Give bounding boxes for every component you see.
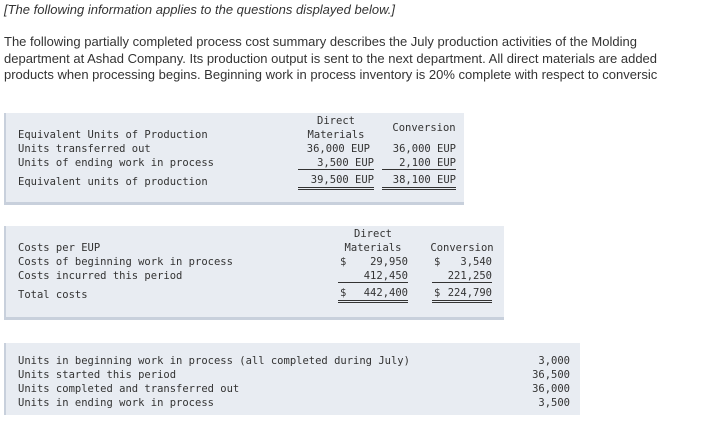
- cost-row-dm: 412,450: [338, 270, 408, 283]
- eup-row-conv: 36,000 EUP: [392, 143, 456, 155]
- units-table: Units in beginning work in process (all …: [4, 343, 580, 415]
- panel-edge: [4, 226, 6, 320]
- units-row-label: Units in ending work in process: [18, 397, 214, 409]
- intro-line-2: department at Ashad Company. Its product…: [4, 50, 658, 66]
- cost-row-conv-sign: $: [434, 256, 441, 268]
- intro-line-1: The following partially completed proces…: [4, 34, 637, 49]
- cost-title: Costs per EUP: [18, 242, 101, 254]
- instruction-note: [The following information applies to th…: [4, 2, 395, 17]
- units-row-value: 3,000: [538, 355, 570, 367]
- cost-total-dm: 442,400: [338, 287, 408, 303]
- units-row-value: 36,000: [532, 383, 570, 395]
- eup-row-label: Units transferred out: [18, 143, 151, 155]
- units-row-value: 3,500: [538, 397, 570, 409]
- cost-row-conv: 3,540: [460, 256, 492, 268]
- units-row-label: Units started this period: [18, 369, 177, 381]
- cost-row-dm: 29,950: [370, 256, 408, 268]
- panel-edge: [4, 113, 6, 205]
- eup-col-dm-line2: Materials: [307, 129, 365, 141]
- eup-row-label: Units of ending work in process: [18, 157, 214, 169]
- cost-total-label: Total costs: [18, 289, 88, 301]
- cost-total-conv: 224,790: [432, 287, 492, 303]
- cost-row-label: Costs of beginning work in process: [18, 256, 233, 268]
- eup-col-conv: Conversion: [392, 122, 456, 134]
- intro-paragraph: The following partially completed proces…: [4, 34, 720, 84]
- panel-bottom-bar: [4, 202, 464, 205]
- cost-col-dm-line1: Direct: [354, 228, 392, 240]
- eup-row-dm: 36,000 EUP: [306, 143, 370, 155]
- eup-col-dm-line1: Direct: [317, 115, 355, 127]
- units-row-label: Units completed and transferred out: [18, 383, 240, 395]
- panel-edge: [4, 343, 6, 415]
- cost-row-dm-sign: $: [340, 256, 347, 268]
- eup-title: Equivalent Units of Production: [18, 129, 208, 141]
- intro-line-3: products when processing begins. Beginni…: [4, 67, 658, 82]
- eup-total-conv: 38,100 EUP: [382, 174, 456, 190]
- cost-row-label: Costs incurred this period: [18, 270, 183, 282]
- units-row-label: Units in beginning work in process (all …: [18, 355, 410, 367]
- cost-table: Direct Materials Conversion Costs per EU…: [4, 226, 504, 320]
- eup-total-dm: 39,500 EUP: [298, 174, 374, 190]
- eup-row-dm: 3,500 EUP: [298, 157, 374, 170]
- eup-table: Direct Materials Conversion Equivalent U…: [4, 113, 464, 205]
- eup-row-conv: 2,100 EUP: [382, 157, 456, 170]
- eup-total-label: Equivalent units of production: [18, 176, 208, 188]
- cost-col-dm-line2: Materials: [344, 242, 402, 254]
- cost-col-conv: Conversion: [430, 242, 494, 254]
- panel-bottom-bar: [4, 317, 504, 320]
- units-row-value: 36,500: [532, 369, 570, 381]
- cost-row-conv: 221,250: [432, 270, 492, 283]
